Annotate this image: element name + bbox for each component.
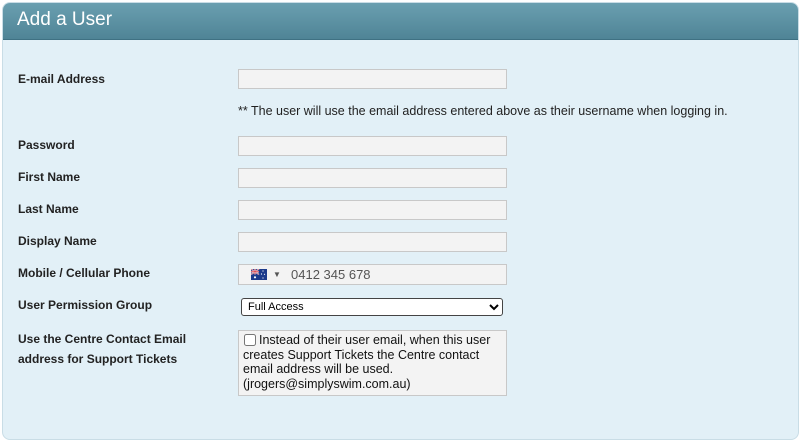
- support-tickets-text: Instead of their user email, when this u…: [243, 333, 491, 391]
- email-label: E-mail Address: [18, 72, 105, 86]
- password-field[interactable]: [238, 136, 507, 156]
- password-label: Password: [18, 138, 75, 152]
- support-tickets-label: Use the Centre Contact Email address for…: [18, 332, 187, 366]
- mobile-phone-input[interactable]: [291, 265, 501, 284]
- last-name-field[interactable]: [238, 200, 507, 220]
- page-title: Add a User: [17, 9, 113, 30]
- first-name-label: First Name: [18, 170, 81, 184]
- display-name-field[interactable]: [238, 232, 507, 252]
- country-selector[interactable]: ▼: [251, 268, 287, 282]
- mobile-phone-label: Mobile / Cellular Phone: [18, 266, 151, 280]
- add-user-panel: Add a User E-mail Address ** The user wi…: [2, 2, 799, 440]
- panel-header: Add a User: [3, 3, 798, 40]
- email-field[interactable]: [238, 69, 507, 89]
- mobile-phone-field: ▼: [238, 264, 507, 285]
- first-name-field[interactable]: [238, 168, 507, 188]
- permission-group-select[interactable]: Full Access: [241, 298, 503, 316]
- support-tickets-checkbox[interactable]: [244, 334, 256, 346]
- australia-flag-icon: [251, 269, 267, 280]
- last-name-label: Last Name: [18, 202, 79, 216]
- email-username-note: ** The user will use the email address e…: [238, 104, 728, 118]
- permission-group-label: User Permission Group: [18, 298, 153, 312]
- display-name-label: Display Name: [18, 234, 97, 248]
- chevron-down-icon: ▼: [273, 270, 281, 279]
- support-tickets-option: Instead of their user email, when this u…: [238, 330, 507, 396]
